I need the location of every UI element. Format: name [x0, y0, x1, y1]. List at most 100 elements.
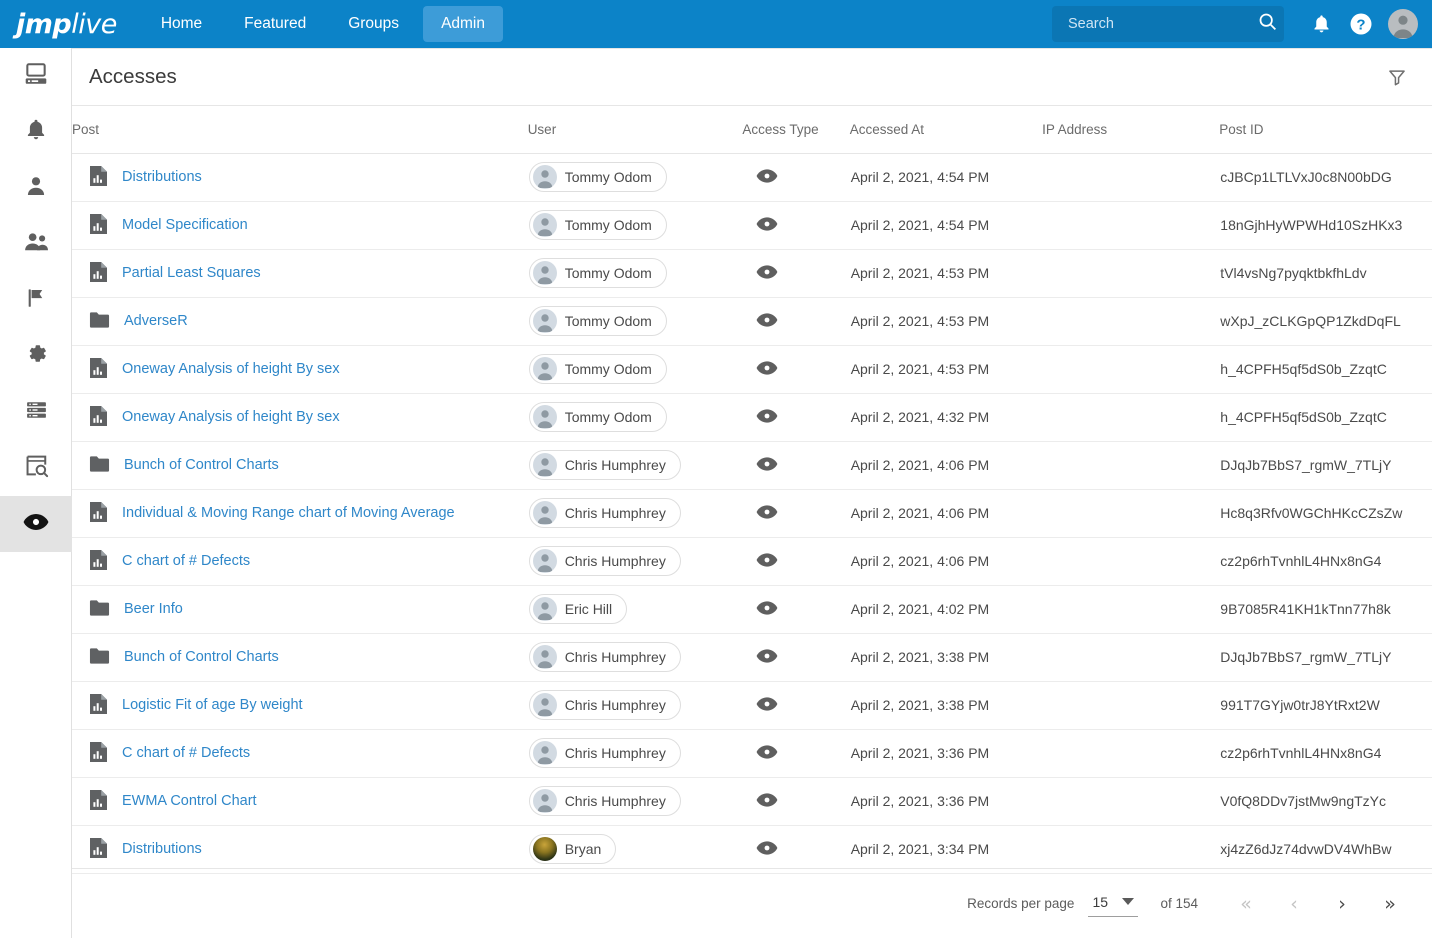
user-chip[interactable]: Chris Humphrey — [529, 786, 681, 816]
avatar — [533, 453, 557, 477]
nav-tab-groups[interactable]: Groups — [330, 6, 417, 42]
post-link[interactable]: Individual & Moving Range chart of Movin… — [122, 505, 455, 521]
table-row[interactable]: Model SpecificationTommy OdomApril 2, 20… — [72, 201, 1432, 249]
sidebar-item-audit[interactable] — [0, 440, 72, 496]
sidebar-item-flags[interactable] — [0, 272, 72, 328]
post-link[interactable]: AdverseR — [124, 313, 188, 329]
brand-logo[interactable]: jmplive — [16, 9, 117, 40]
prev-page-button[interactable]: ‹ — [1277, 887, 1311, 921]
cell-post-id: tVl4vsNg7pyqktbkfhLdv — [1219, 249, 1432, 297]
table-row[interactable]: Logistic Fit of age By weight Chris Humph… — [72, 681, 1432, 729]
search-input[interactable] — [1066, 15, 1257, 33]
cell-post: Bunch of Control Charts — [72, 633, 528, 681]
table-row[interactable]: Bunch of Control ChartsChris HumphreyApr… — [72, 633, 1432, 681]
first-page-button[interactable]: « — [1229, 887, 1263, 921]
post-link[interactable]: EWMA Control Chart — [122, 793, 257, 809]
table-row[interactable]: Individual & Moving Range chart of Movin… — [72, 489, 1432, 537]
user-chip[interactable]: Chris Humphrey — [529, 450, 681, 480]
avatar — [533, 645, 557, 669]
user-chip[interactable]: Tommy Odom — [529, 402, 667, 432]
post-link[interactable]: Oneway Analysis of height By sex — [122, 409, 340, 425]
search-box[interactable] — [1052, 6, 1284, 42]
user-chip[interactable]: Chris Humphrey — [529, 738, 681, 768]
cell-ip-address — [1042, 681, 1219, 729]
user-name: Chris Humphrey — [565, 793, 666, 809]
user-chip[interactable]: Chris Humphrey — [529, 690, 681, 720]
column-header-user[interactable]: User — [528, 106, 743, 153]
user-name: Chris Humphrey — [565, 457, 666, 473]
cell-post: Model Specification — [72, 201, 528, 249]
sidebar-item-dashboard[interactable] — [0, 48, 72, 104]
user-chip[interactable]: Tommy Odom — [529, 162, 667, 192]
sidebar-item-server[interactable] — [0, 384, 72, 440]
sidebar-item-accesses[interactable] — [0, 496, 72, 552]
post-link[interactable]: Distributions — [122, 841, 202, 857]
user-chip[interactable]: Tommy Odom — [529, 306, 667, 336]
post-link[interactable]: C chart of # Defects — [122, 745, 250, 761]
table-row[interactable]: Oneway Analysis of height By sex Tommy Od… — [72, 345, 1432, 393]
filter-icon[interactable] — [1380, 60, 1414, 94]
table-row[interactable]: EWMA Control ChartChris HumphreyApril 2,… — [72, 777, 1432, 825]
column-header-access-type[interactable]: Access Type — [742, 106, 849, 153]
cell-ip-address — [1042, 393, 1219, 441]
table-row[interactable]: Bunch of Control ChartsChris HumphreyApr… — [72, 441, 1432, 489]
post-link[interactable]: Distributions — [122, 169, 202, 185]
user-chip[interactable]: Tommy Odom — [529, 354, 667, 384]
post-link[interactable]: C chart of # Defects — [122, 553, 250, 569]
column-header-ip-address[interactable]: IP Address — [1042, 106, 1219, 153]
cell-post-id: 18nGjhHyWPWHd10SzHKx3 — [1219, 201, 1432, 249]
post-link[interactable]: Model Specification — [122, 217, 248, 233]
cell-accessed-at: April 2, 2021, 4:53 PM — [850, 297, 1042, 345]
table-row[interactable]: C chart of # Defects Chris Humphrey April … — [72, 537, 1432, 585]
column-header-post[interactable]: Post — [72, 106, 528, 153]
cell-user: Bryan — [528, 825, 743, 873]
sidebar-item-users[interactable] — [0, 160, 72, 216]
nav-tab-admin[interactable]: Admin — [423, 6, 503, 42]
user-chip[interactable]: Chris Humphrey — [529, 498, 681, 528]
next-page-button[interactable]: › — [1325, 887, 1359, 921]
post-link[interactable]: Partial Least Squares — [122, 265, 261, 281]
user-chip[interactable]: Eric Hill — [529, 594, 627, 624]
column-header-post-id[interactable]: Post ID — [1219, 106, 1432, 153]
search-icon[interactable] — [1257, 11, 1278, 37]
cell-accessed-at: April 2, 2021, 4:06 PM — [850, 537, 1042, 585]
sidebar-item-notifications[interactable] — [0, 104, 72, 160]
sidebar-item-settings[interactable] — [0, 328, 72, 384]
post-link[interactable]: Logistic Fit of age By weight — [122, 697, 303, 713]
cell-accessed-at: April 2, 2021, 4:53 PM — [850, 345, 1042, 393]
account-avatar[interactable] — [1388, 9, 1418, 39]
user-chip[interactable]: Bryan — [529, 834, 617, 864]
table-row[interactable]: DistributionsTommy OdomApril 2, 2021, 4:… — [72, 153, 1432, 201]
help-icon[interactable]: ? — [1344, 7, 1378, 41]
cell-accessed-at: April 2, 2021, 3:36 PM — [850, 729, 1042, 777]
cell-post: EWMA Control Chart — [72, 777, 528, 825]
last-page-button[interactable]: » — [1373, 887, 1407, 921]
table-row[interactable]: Partial Least SquaresTommy OdomApril 2, … — [72, 249, 1432, 297]
records-per-page-select[interactable]: 15 — [1088, 891, 1138, 917]
table-row[interactable]: AdverseR Tommy Odom April 2, 2021, 4:53 PM… — [72, 297, 1432, 345]
cell-user: Tommy Odom — [528, 153, 743, 201]
user-chip[interactable]: Tommy Odom — [529, 210, 667, 240]
sidebar-item-groups[interactable] — [0, 216, 72, 272]
table-row[interactable]: Beer InfoEric HillApril 2, 2021, 4:02 PM… — [72, 585, 1432, 633]
post-link[interactable]: Oneway Analysis of height By sex — [122, 361, 340, 377]
bell-icon[interactable] — [1304, 7, 1338, 41]
avatar — [533, 837, 557, 861]
table-row[interactable]: Oneway Analysis of height By sex Tommy Od… — [72, 393, 1432, 441]
table-row[interactable]: C chart of # Defects Chris Humphrey April … — [72, 729, 1432, 777]
table-row[interactable]: DistributionsBryanApril 2, 2021, 3:34 PM… — [72, 825, 1432, 873]
cell-user: Chris Humphrey — [528, 777, 743, 825]
post-link[interactable]: Bunch of Control Charts — [124, 649, 279, 665]
post-link[interactable]: Beer Info — [124, 601, 183, 617]
user-chip[interactable]: Chris Humphrey — [529, 546, 681, 576]
post-link[interactable]: Bunch of Control Charts — [124, 457, 279, 473]
user-chip[interactable]: Chris Humphrey — [529, 642, 681, 672]
records-per-page-value: 15 — [1092, 894, 1108, 910]
nav-tab-featured[interactable]: Featured — [226, 6, 324, 42]
view-access-icon — [756, 603, 778, 619]
cell-ip-address — [1042, 201, 1219, 249]
nav-tab-home[interactable]: Home — [143, 6, 220, 42]
user-chip[interactable]: Tommy Odom — [529, 258, 667, 288]
column-header-accessed-at[interactable]: Accessed At — [850, 106, 1042, 153]
cell-ip-address — [1042, 729, 1219, 777]
